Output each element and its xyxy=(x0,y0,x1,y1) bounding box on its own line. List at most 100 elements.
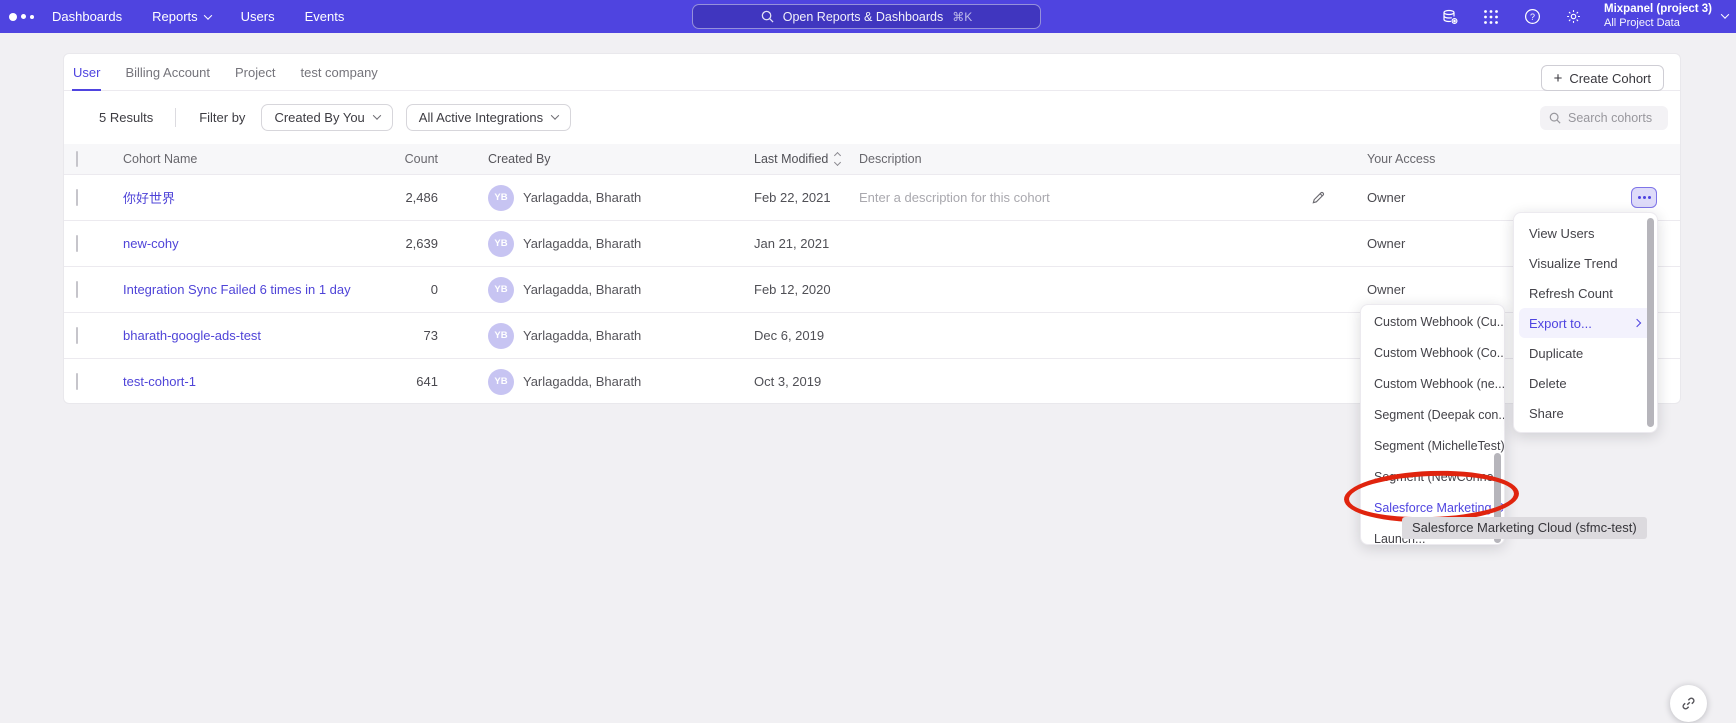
cohort-name-link[interactable]: 你好世界 xyxy=(110,188,374,207)
chevron-down-icon xyxy=(203,11,211,19)
project-name: Mixpanel (project 3) xyxy=(1604,3,1712,17)
cohort-count: 2,639 xyxy=(374,236,442,251)
salesforce-tooltip: Salesforce Marketing Cloud (sfmc-test) xyxy=(1402,517,1647,539)
last-modified-cell: Oct 3, 2019 xyxy=(748,374,854,389)
access-cell: Owner xyxy=(1360,190,1620,205)
row-checkbox[interactable] xyxy=(76,281,78,298)
avatar: YB xyxy=(488,231,514,257)
cohort-name-link[interactable]: bharath-google-ads-test xyxy=(110,328,374,343)
last-modified-cell: Feb 22, 2021 xyxy=(748,190,854,205)
menu-item-view-users[interactable]: View Users xyxy=(1519,218,1652,248)
submenu-item-custom-webhook-co[interactable]: Custom Webhook (Co... xyxy=(1361,337,1504,368)
created-by-cell: YB Yarlagadda, Bharath xyxy=(442,185,748,211)
nav-right: ? Mixpanel (project 3) All Project Data xyxy=(1440,0,1728,33)
cohort-count: 2,486 xyxy=(374,190,442,205)
filter-row: 5 Results Filter by Created By You All A… xyxy=(64,91,1680,144)
last-modified-cell: Feb 12, 2020 xyxy=(748,282,854,297)
export-submenu: Custom Webhook (Cu... Custom Webhook (Co… xyxy=(1360,304,1505,545)
menu-item-duplicate[interactable]: Duplicate xyxy=(1519,338,1652,368)
tab-user[interactable]: User xyxy=(72,55,101,90)
project-scope: All Project Data xyxy=(1604,17,1712,30)
nav-item-events[interactable]: Events xyxy=(305,9,345,24)
header-count[interactable]: Count xyxy=(374,152,442,166)
created-by-cell: YB Yarlagadda, Bharath xyxy=(442,323,748,349)
integrations-filter[interactable]: All Active Integrations xyxy=(406,104,571,131)
settings-gear-icon[interactable] xyxy=(1563,7,1583,27)
header-cohort-name[interactable]: Cohort Name xyxy=(110,152,374,166)
table-row: new-cohy 2,639 YB Yarlagadda, Bharath Ja… xyxy=(64,220,1680,266)
plus-icon: + xyxy=(1554,71,1563,86)
select-all-checkbox[interactable] xyxy=(76,151,78,167)
nav-item-reports[interactable]: Reports xyxy=(152,9,211,24)
created-by-cell: YB Yarlagadda, Bharath xyxy=(442,231,748,257)
row-actions-button[interactable] xyxy=(1631,187,1657,208)
row-checkbox[interactable] xyxy=(76,373,78,390)
search-icon xyxy=(761,10,774,23)
filter-by-label: Filter by xyxy=(199,110,245,125)
submenu-item-custom-webhook-ne[interactable]: Custom Webhook (ne... xyxy=(1361,368,1504,399)
menu-item-refresh-count[interactable]: Refresh Count xyxy=(1519,278,1652,308)
tab-project[interactable]: Project xyxy=(234,55,276,90)
global-search[interactable]: Open Reports & Dashboards ⌘K xyxy=(692,4,1041,29)
menu-item-share[interactable]: Share xyxy=(1519,398,1652,428)
created-by-filter[interactable]: Created By You xyxy=(261,104,392,131)
nav-menu: Dashboards Reports Users Events xyxy=(52,9,344,24)
search-shortcut: ⌘K xyxy=(952,10,972,24)
results-count: 5 Results xyxy=(99,110,153,125)
row-checkbox[interactable] xyxy=(76,189,78,206)
copy-link-button[interactable] xyxy=(1670,685,1707,722)
svg-text:?: ? xyxy=(1530,12,1535,22)
row-checkbox[interactable] xyxy=(76,327,78,344)
cohort-count: 0 xyxy=(374,282,442,297)
chevron-down-icon xyxy=(373,111,381,119)
header-description: Description xyxy=(854,152,1304,166)
tab-test-company[interactable]: test company xyxy=(299,55,378,90)
cohorts-page: Dashboards Reports Users Events Open Rep… xyxy=(0,0,1736,723)
header-created-by[interactable]: Created By xyxy=(442,152,748,166)
submenu-item-segment-newconnec[interactable]: Segment (NewConnec... xyxy=(1361,461,1504,492)
project-switcher[interactable]: Mixpanel (project 3) All Project Data xyxy=(1604,3,1728,30)
search-icon xyxy=(1549,112,1561,124)
cohort-name-link[interactable]: new-cohy xyxy=(110,236,374,251)
last-modified-cell: Dec 6, 2019 xyxy=(748,328,854,343)
cohort-name-link[interactable]: test-cohort-1 xyxy=(110,374,374,389)
cohort-count: 73 xyxy=(374,328,442,343)
chevron-down-icon xyxy=(551,111,559,119)
nav-item-dashboards[interactable]: Dashboards xyxy=(52,9,122,24)
avatar: YB xyxy=(488,277,514,303)
table-header: Cohort Name Count Created By Last Modifi… xyxy=(64,144,1680,174)
create-cohort-button[interactable]: + Create Cohort xyxy=(1541,65,1664,91)
menu-item-visualize-trend[interactable]: Visualize Trend xyxy=(1519,248,1652,278)
avatar: YB xyxy=(488,323,514,349)
data-management-icon[interactable] xyxy=(1440,7,1460,27)
cohort-name-link[interactable]: Integration Sync Failed 6 times in 1 day xyxy=(110,282,374,297)
header-your-access: Your Access xyxy=(1360,152,1620,166)
submenu-item-segment-deepak[interactable]: Segment (Deepak con... xyxy=(1361,399,1504,430)
last-modified-cell: Jan 21, 2021 xyxy=(748,236,854,251)
divider xyxy=(175,108,176,127)
created-by-cell: YB Yarlagadda, Bharath xyxy=(442,369,748,395)
header-last-modified[interactable]: Last Modified xyxy=(748,152,854,166)
menu-item-export-to[interactable]: Export to... xyxy=(1519,308,1652,338)
avatar: YB xyxy=(488,185,514,211)
submenu-item-segment-michelletest[interactable]: Segment (MichelleTest) xyxy=(1361,430,1504,461)
chevron-down-icon xyxy=(1721,11,1729,19)
apps-grid-icon[interactable] xyxy=(1481,7,1501,27)
context-menu-scrollbar[interactable] xyxy=(1647,218,1654,427)
tabs-row: User Billing Account Project test compan… xyxy=(64,54,1680,91)
sort-icon xyxy=(835,153,840,165)
search-cohorts-input[interactable]: Search cohorts xyxy=(1540,106,1668,130)
table-row: 你好世界 2,486 YB Yarlagadda, Bharath Feb 22… xyxy=(64,174,1680,220)
link-icon xyxy=(1680,695,1697,712)
help-icon[interactable]: ? xyxy=(1522,7,1542,27)
description-input[interactable]: Enter a description for this cohort xyxy=(854,190,1304,205)
search-cohorts-placeholder: Search cohorts xyxy=(1568,111,1652,125)
nav-item-users[interactable]: Users xyxy=(241,9,275,24)
row-checkbox[interactable] xyxy=(76,235,78,252)
mixpanel-logo-icon[interactable] xyxy=(9,13,43,21)
menu-item-delete[interactable]: Delete xyxy=(1519,368,1652,398)
tab-billing-account[interactable]: Billing Account xyxy=(124,55,211,90)
chevron-right-icon xyxy=(1633,319,1641,327)
edit-description-pencil-icon[interactable] xyxy=(1304,190,1360,205)
submenu-item-custom-webhook-cu[interactable]: Custom Webhook (Cu... xyxy=(1361,306,1504,337)
